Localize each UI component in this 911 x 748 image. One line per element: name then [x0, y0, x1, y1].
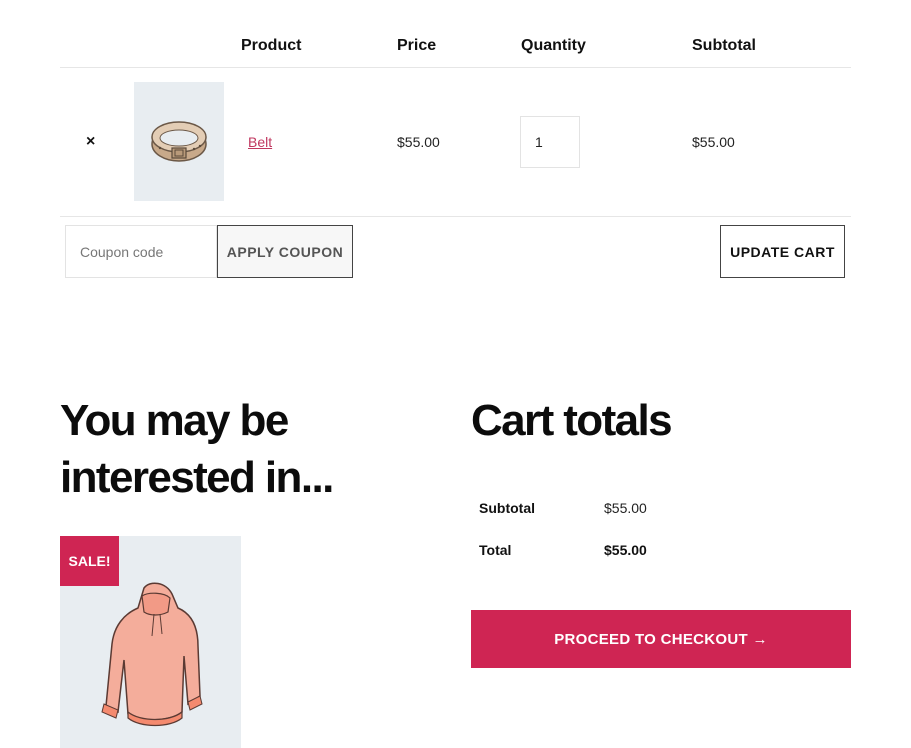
cart-row: × Belt $55.00 $55.00	[60, 67, 851, 217]
belt-icon	[151, 121, 207, 162]
sale-badge: SALE!	[60, 536, 119, 586]
recommendations-title: You may be interested in...	[60, 396, 334, 502]
proceed-to-checkout-button[interactable]: PROCEED TO CHECKOUT →	[471, 610, 851, 668]
header-subtotal: Subtotal	[692, 37, 756, 54]
quantity-input[interactable]	[520, 116, 580, 168]
coupon-code-input[interactable]	[65, 225, 217, 278]
recommended-product-card[interactable]: SALE!	[60, 536, 241, 748]
totals-subtotal-value: $55.00	[604, 500, 647, 516]
header-price: Price	[397, 37, 437, 54]
totals-subtotal-label: Subtotal	[479, 500, 535, 516]
remove-item-button[interactable]: ×	[86, 133, 95, 151]
totals-total-label: Total	[479, 542, 512, 558]
header-quantity: Quantity	[521, 37, 586, 54]
cart-totals-title: Cart totals	[471, 396, 673, 445]
product-thumbnail[interactable]	[134, 82, 224, 201]
apply-coupon-button[interactable]: APPLY COUPON	[217, 225, 353, 278]
header-product: Product	[241, 37, 302, 54]
totals-total-value: $55.00	[604, 542, 647, 558]
cart-table-header: Product Price Quantity Subtotal	[60, 0, 851, 68]
product-link[interactable]: Belt	[248, 134, 272, 150]
product-price: $55.00	[397, 134, 440, 150]
product-subtotal: $55.00	[692, 134, 735, 150]
update-cart-button[interactable]: UPDATE CART	[720, 225, 845, 278]
